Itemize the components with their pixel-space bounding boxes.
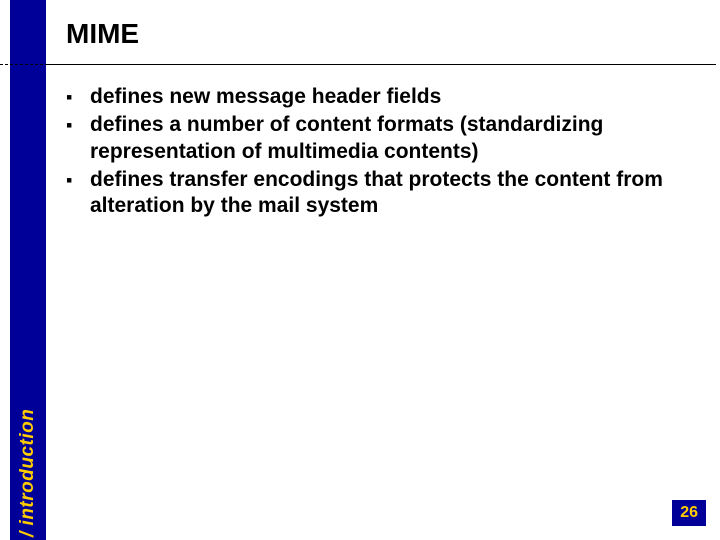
divider-solid [48,64,716,65]
page-title: MIME [66,18,139,50]
bullet-icon: ▪ [66,112,90,138]
bullet-icon: ▪ [66,167,90,193]
content-area: ▪ defines new message header fields ▪ de… [66,84,700,221]
sidebar: S/MIME / introduction [10,0,46,540]
bullet-icon: ▪ [66,84,90,110]
sidebar-label: S/MIME / introduction [17,409,39,540]
list-item-text: defines a number of content formats (sta… [90,112,700,165]
divider-dash [0,64,48,65]
list-item: ▪ defines transfer encodings that protec… [66,167,700,220]
list-item-text: defines new message header fields [90,84,700,110]
page-number: 26 [672,500,706,526]
list-item: ▪ defines new message header fields [66,84,700,110]
slide: S/MIME / introduction MIME ▪ defines new… [0,0,720,540]
list-item: ▪ defines a number of content formats (s… [66,112,700,165]
list-item-text: defines transfer encodings that protects… [90,167,700,220]
